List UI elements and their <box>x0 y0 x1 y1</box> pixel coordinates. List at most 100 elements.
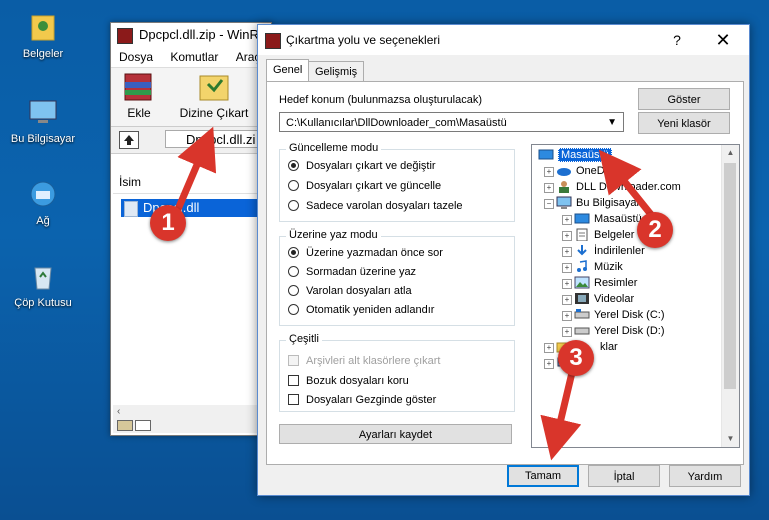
drive-icon <box>574 308 590 321</box>
misc-title: Çeşitli <box>286 333 322 345</box>
annotation-badge-2: 2 <box>637 212 673 248</box>
ok-button[interactable]: Tamam <box>507 465 579 487</box>
new-folder-button[interactable]: Yeni klasör <box>638 112 730 134</box>
winrar-address-bar: Dpcpcl.dll.zi <box>111 127 275 154</box>
menu-commands[interactable]: Komutlar <box>170 50 218 64</box>
menu-file[interactable]: Dosya <box>119 50 153 64</box>
collapse-icon[interactable]: − <box>544 199 554 209</box>
update-option-freshen[interactable]: Sadece varolan dosyaları tazele <box>288 198 463 214</box>
documents-icon <box>574 228 590 242</box>
key-status-icon <box>135 420 151 431</box>
expand-icon[interactable]: + <box>562 215 572 225</box>
save-settings-button[interactable]: Ayarları kaydet <box>279 424 512 444</box>
update-mode-group: Güncelleme modu Dosyaları çıkart ve deği… <box>279 142 515 222</box>
scroll-up-arrow-icon[interactable]: ▲ <box>722 145 739 161</box>
tab-advanced[interactable]: Gelişmiş <box>308 61 365 82</box>
tree-item-label: Resimler <box>594 277 638 289</box>
tree-item-label: OneD <box>576 165 605 177</box>
add-button[interactable]: Ekle <box>117 70 161 120</box>
desktop-icon-recycle-bin[interactable]: Çöp Kutusu <box>8 259 78 309</box>
checkbox-icon <box>288 375 299 386</box>
overwrite-option-skip[interactable]: Varolan dosyaları atla <box>288 283 412 299</box>
computer-icon <box>556 196 572 209</box>
radio-icon <box>288 266 299 277</box>
extract-to-button[interactable]: Dizine Çıkart <box>177 70 251 120</box>
overwrite-option-overwrite[interactable]: Sormadan üzerine yaz <box>288 264 416 280</box>
folder-tree[interactable]: Masaüstü + OneD + DLL Downloader.com − B… <box>531 144 740 448</box>
expand-icon[interactable]: + <box>544 359 554 369</box>
tree-item-desktop[interactable]: Masaüstü <box>538 147 612 163</box>
tree-vertical-scrollbar[interactable]: ▲ ▼ <box>721 145 739 447</box>
desktop-icon-documents[interactable]: Belgeler <box>8 10 78 60</box>
tree-item-user[interactable]: + DLL Downloader.com <box>544 179 681 195</box>
music-icon <box>574 260 590 273</box>
chevron-down-icon[interactable]: ▼ <box>607 113 617 131</box>
tab-general[interactable]: Genel <box>266 59 310 82</box>
update-option-extract-update[interactable]: Dosyaları çıkart ve güncelle <box>288 178 441 194</box>
expand-icon[interactable]: + <box>562 231 572 241</box>
option-label: Dosyaları çıkart ve güncelle <box>306 180 442 192</box>
add-button-label: Ekle <box>127 106 151 120</box>
annotation-badge-3: 3 <box>558 340 594 376</box>
expand-icon[interactable]: + <box>562 247 572 257</box>
list-item[interactable]: Dpcpcl.dll <box>121 199 261 217</box>
annotation-badge-1: 1 <box>150 205 186 241</box>
misc-option-keep-broken[interactable]: Bozuk dosyaları koru <box>288 373 409 389</box>
update-mode-title: Güncelleme modu <box>286 142 382 154</box>
winrar-file-list[interactable]: İsim Dpcpcl.dll <box>113 171 269 401</box>
expand-icon[interactable]: + <box>562 279 572 289</box>
tree-item-label: Yerel Disk (C:) <box>594 309 665 321</box>
option-label: Otomatik yeniden adlandır <box>306 304 435 316</box>
update-option-extract-replace[interactable]: Dosyaları çıkart ve değiştir <box>288 158 436 174</box>
desktop-icon-network[interactable]: Ağ <box>8 177 78 227</box>
option-label: Arşivleri alt klasörlere çıkart <box>306 355 441 367</box>
winrar-title-bar[interactable]: Dpcpcl.dll.zip - WinR <box>111 23 271 47</box>
scrollbar-thumb[interactable] <box>724 163 736 389</box>
tree-item-this-pc[interactable]: − Bu Bilgisayar <box>544 195 640 211</box>
radio-icon <box>288 180 299 191</box>
tree-item-pictures[interactable]: + Resimler <box>562 275 638 291</box>
tree-item-documents[interactable]: + Belgeler <box>562 227 634 243</box>
up-folder-icon[interactable] <box>119 131 139 149</box>
dialog-title-bar[interactable]: Çıkartma yolu ve seçenekleri ? ✕ <box>258 25 749 55</box>
scroll-down-arrow-icon[interactable]: ▼ <box>722 431 739 447</box>
tree-item-videos[interactable]: + Videolar <box>562 291 635 307</box>
close-icon[interactable]: ✕ <box>713 25 733 55</box>
overwrite-option-ask[interactable]: Üzerine yazmadan önce sor <box>288 245 443 261</box>
expand-icon[interactable]: + <box>562 311 572 321</box>
destination-path-value: C:\Kullanıcılar\DllDownloader_com\Masaüs… <box>286 117 507 129</box>
onedrive-icon <box>556 164 572 177</box>
destination-path-input[interactable]: C:\Kullanıcılar\DllDownloader_com\Masaüs… <box>279 112 624 132</box>
tree-item-label: Videolar <box>594 293 635 305</box>
tree-item-pc-desktop[interactable]: + Masaüstü <box>562 211 642 227</box>
winrar-status-bar <box>113 417 269 433</box>
show-button[interactable]: Göster <box>638 88 730 110</box>
radio-selected-icon <box>288 160 299 171</box>
column-header-name[interactable]: İsim <box>113 171 269 194</box>
tree-item-onedrive[interactable]: + OneD <box>544 163 605 179</box>
scroll-left-arrow-icon[interactable]: ‹ <box>117 406 120 417</box>
user-folder-icon <box>556 180 572 193</box>
help-button[interactable]: Yardım <box>669 465 741 487</box>
tree-item-label: Masaüstü <box>558 148 612 162</box>
expand-icon[interactable]: + <box>544 167 554 177</box>
recycle-bin-icon <box>26 259 60 293</box>
expand-icon[interactable]: + <box>544 183 554 193</box>
dialog-title: Çıkartma yolu ve seçenekleri <box>286 33 441 47</box>
expand-icon[interactable]: + <box>562 327 572 337</box>
misc-option-show-in-explorer[interactable]: Dosyaları Gezginde göster <box>288 392 436 408</box>
overwrite-mode-group: Üzerine yaz modu Üzerine yazmadan önce s… <box>279 229 515 326</box>
archive-path: Dpcpcl.dll.zi <box>186 132 256 147</box>
desktop-icon-this-pc[interactable]: Bu Bilgisayar <box>8 95 78 145</box>
tree-item-drive-d[interactable]: + Yerel Disk (D:) <box>562 323 665 339</box>
tree-item-downloads[interactable]: + İndirilenler <box>562 243 645 259</box>
expand-icon[interactable]: + <box>562 295 572 305</box>
expand-icon[interactable]: + <box>544 343 554 353</box>
cancel-button[interactable]: İptal <box>588 465 660 487</box>
tree-item-drive-c[interactable]: + Yerel Disk (C:) <box>562 307 665 323</box>
expand-icon[interactable]: + <box>562 263 572 273</box>
help-icon[interactable]: ? <box>667 25 687 55</box>
misc-group: Çeşitli Arşivleri alt klasörlere çıkart … <box>279 333 515 412</box>
overwrite-option-rename[interactable]: Otomatik yeniden adlandır <box>288 302 434 318</box>
tree-item-music[interactable]: + Müzik <box>562 259 623 275</box>
